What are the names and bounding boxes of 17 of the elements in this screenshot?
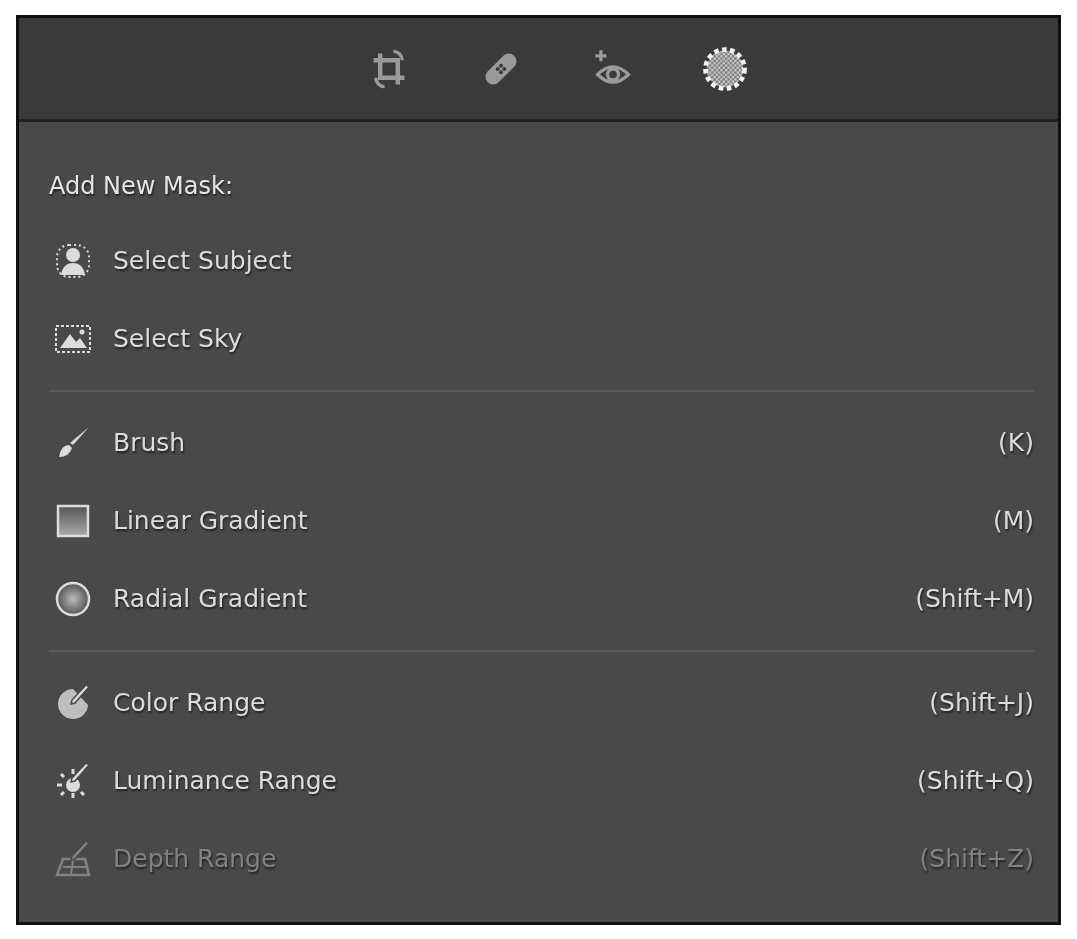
circle-icon [53,579,93,619]
shortcut-text: (Shift+Z) [919,843,1034,876]
menu-item[interactable]: Select Sky [49,300,1034,378]
person-icon [53,241,93,281]
shortcut-text: (M) [992,505,1034,538]
shortcut-text: (Shift+J) [929,687,1034,720]
shortcut-text: (K) [998,427,1034,460]
eyedropper-icon [53,839,93,879]
shortcut-text: (Shift+M) [915,583,1034,616]
shortcut-text: (Shift+Q) [917,765,1034,798]
menu-item[interactable]: Luminance Range (Shift+Q) [49,742,1034,820]
menu-item[interactable]: Color Range (Shift+J) [49,664,1034,742]
menu-item[interactable]: Radial Gradient (Shift+M) [49,560,1034,638]
menu-item[interactable]: Linear Gradient (M) [49,482,1034,560]
menu-item[interactable]: Brush (K) [49,404,1034,482]
menu-item[interactable]: Select Subject [49,222,1034,300]
menu-heading: Add New Mask: [49,171,234,202]
